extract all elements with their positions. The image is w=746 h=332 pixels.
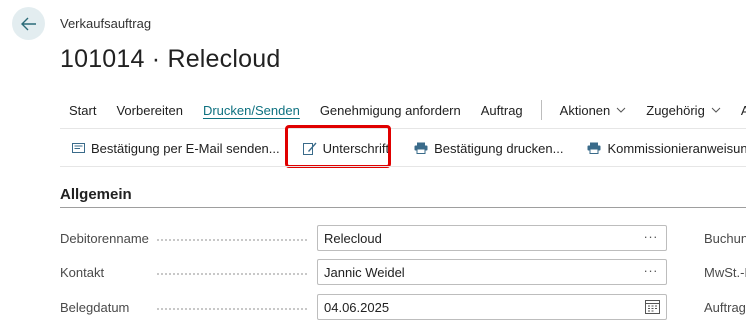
print-confirmation-label: Bestätigung drucken...	[434, 140, 564, 156]
divider	[60, 166, 746, 167]
contact-label: Kontakt	[60, 265, 105, 280]
action-zugehoerig-label: Zugehörig	[646, 102, 705, 118]
page-title: 101014 · Relecloud	[60, 45, 281, 73]
chevron-down-icon	[711, 107, 721, 113]
picking-instruction-button[interactable]: Kommissionieranweisung	[587, 141, 746, 156]
customer-name-label: Debitorenname	[60, 231, 149, 246]
more-options-button[interactable]: ···	[644, 229, 659, 244]
order-label: Auftrag	[704, 300, 746, 315]
contact-value: Jannic Weidel	[324, 264, 405, 280]
printer-icon	[587, 142, 601, 154]
leader-dots	[157, 239, 307, 241]
email-icon	[72, 143, 85, 153]
customer-name-field[interactable]: Relecloud ···	[317, 225, 667, 251]
action-start[interactable]: Start	[69, 103, 96, 118]
sub-action-bar: Bestätigung per E-Mail senden... Untersc…	[60, 136, 746, 160]
leader-dots	[157, 273, 307, 275]
send-email-confirmation-button[interactable]: Bestätigung per E-Mail senden...	[72, 141, 280, 156]
customer-name-value: Relecloud	[324, 230, 382, 246]
section-divider	[60, 207, 746, 208]
signature-button[interactable]: Unterschrift	[302, 140, 390, 156]
action-genehmigung[interactable]: Genehmigung anfordern	[320, 103, 461, 118]
action-separator	[540, 100, 542, 120]
document-date-label: Belegdatum	[60, 300, 130, 315]
printer-icon	[414, 142, 428, 154]
print-confirmation-button[interactable]: Bestätigung drucken...	[414, 141, 563, 156]
posting-label: Buchung	[704, 231, 746, 246]
action-bar: Start Vorbereiten Drucken/Senden Genehmi…	[60, 100, 746, 120]
more-options-button[interactable]: ···	[644, 263, 659, 278]
page-caption: Verkaufsauftrag	[60, 16, 152, 31]
document-date-value: 04.06.2025	[324, 299, 390, 315]
divider	[60, 128, 746, 129]
picking-instruction-label: Kommissionieranweisung	[607, 140, 746, 156]
action-auftrag[interactable]: Auftrag	[481, 103, 523, 118]
back-button[interactable]	[12, 7, 45, 40]
vat-label: MwSt.-D	[704, 265, 746, 280]
chevron-down-icon	[616, 107, 626, 113]
action-vorbereiten[interactable]: Vorbereiten	[116, 103, 183, 118]
action-aktionen-label: Aktionen	[559, 102, 611, 118]
document-date-field[interactable]: 04.06.2025	[317, 294, 667, 320]
signature-icon	[302, 141, 317, 155]
contact-field[interactable]: Jannic Weidel ···	[317, 259, 667, 285]
section-title: Allgemein	[60, 186, 132, 203]
leader-dots	[157, 308, 307, 310]
calendar-icon[interactable]	[645, 299, 660, 317]
signature-label: Unterschrift	[322, 140, 390, 156]
arrow-left-icon	[20, 17, 36, 30]
send-email-confirmation-label: Bestätigung per E-Mail senden...	[91, 140, 280, 156]
action-drucken-senden[interactable]: Drucken/Senden	[203, 103, 300, 118]
action-zugehoerig[interactable]: Zugehörig	[646, 103, 721, 118]
action-truncated[interactable]: Au	[741, 103, 746, 118]
action-aktionen[interactable]: Aktionen	[560, 103, 627, 118]
